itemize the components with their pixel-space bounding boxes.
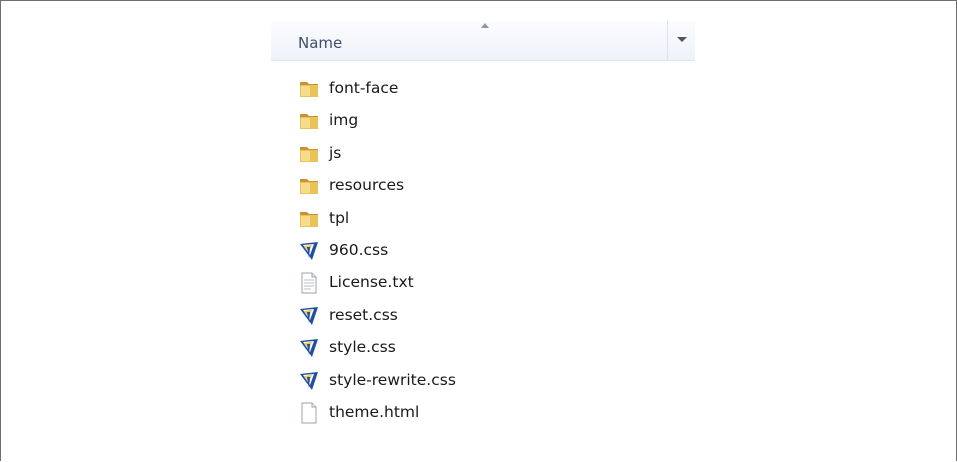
list-item[interactable]: License.txt: [271, 267, 695, 299]
file-list: font-face img js resources tpl 960.css L…: [271, 73, 695, 429]
chevron-down-icon: [677, 37, 687, 42]
list-item[interactable]: js: [271, 138, 695, 170]
text-file-icon: [298, 272, 320, 294]
list-item[interactable]: 960.css: [271, 235, 695, 267]
list-item[interactable]: theme.html: [271, 397, 695, 429]
list-item[interactable]: resources: [271, 170, 695, 202]
list-item[interactable]: img: [271, 105, 695, 137]
list-item[interactable]: reset.css: [271, 300, 695, 332]
file-name: theme.html: [329, 402, 420, 421]
css-file-icon: [298, 240, 320, 262]
folder-icon: [298, 78, 320, 100]
sort-ascending-icon: [481, 23, 489, 28]
folder-icon: [298, 110, 320, 132]
file-name: License.txt: [329, 273, 414, 292]
file-name: img: [329, 111, 359, 130]
css-file-icon: [298, 370, 320, 392]
folder-icon: [298, 143, 320, 165]
file-name: 960.css: [329, 240, 389, 259]
file-explorer-pane: Name font-face img js resources tpl 960.…: [271, 21, 695, 440]
column-header: Name: [271, 21, 695, 61]
list-item[interactable]: style.css: [271, 332, 695, 364]
name-column-header[interactable]: Name: [298, 34, 342, 52]
file-name: style-rewrite.css: [329, 370, 456, 389]
column-dropdown-button[interactable]: [667, 21, 695, 60]
file-name: resources: [329, 176, 405, 195]
folder-icon: [298, 208, 320, 230]
folder-icon: [298, 175, 320, 197]
file-name: tpl: [329, 208, 350, 227]
file-name: font-face: [329, 79, 399, 97]
file-name: js: [329, 143, 342, 162]
list-item[interactable]: tpl: [271, 203, 695, 235]
css-file-icon: [298, 337, 320, 359]
css-file-icon: [298, 305, 320, 327]
file-name: style.css: [329, 338, 396, 357]
list-item[interactable]: style-rewrite.css: [271, 365, 695, 397]
list-item[interactable]: font-face: [271, 73, 695, 105]
blank-file-icon: [298, 402, 320, 424]
file-name: reset.css: [329, 305, 398, 324]
